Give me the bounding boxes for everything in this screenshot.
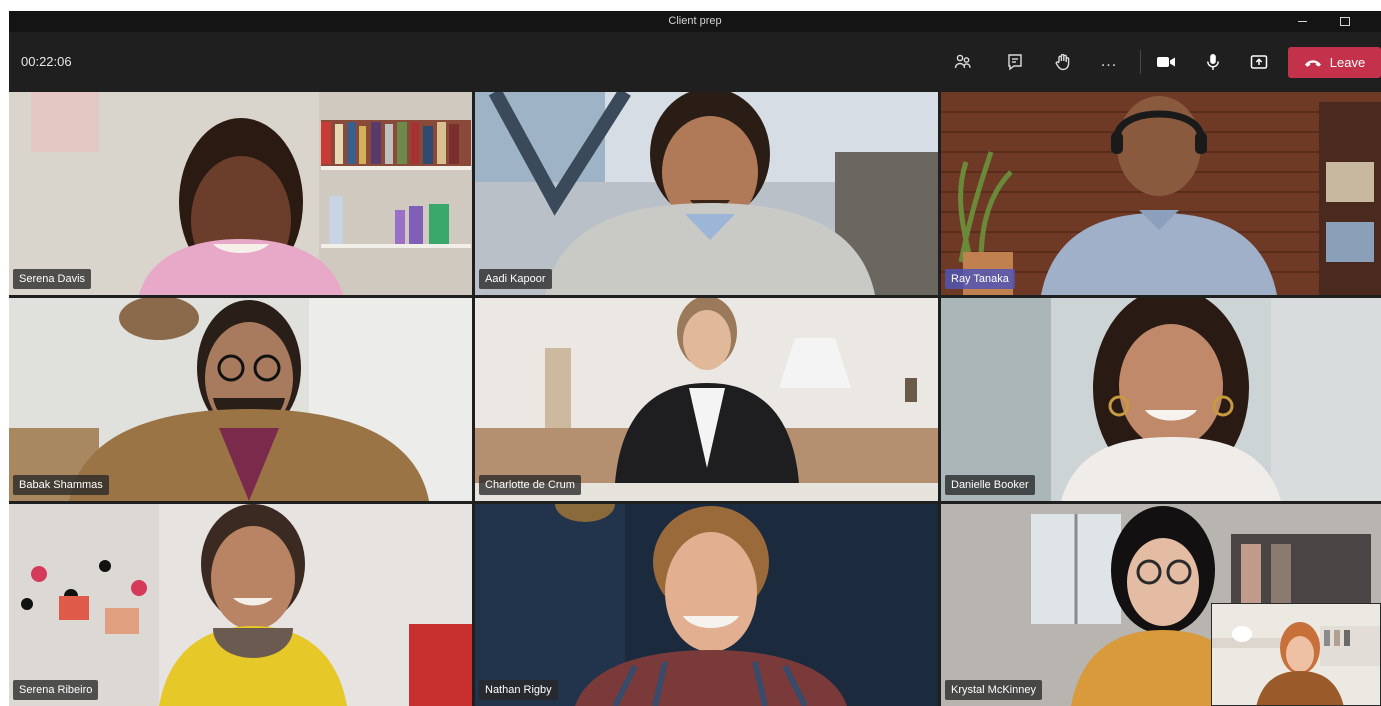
raise-hand-icon [1055,53,1070,71]
show-participants-button[interactable] [949,48,977,76]
raise-hand-button[interactable] [1049,48,1077,76]
hang-up-icon [1304,59,1321,67]
teams-meeting-window: Client prep 00:22:06 ... Leave Serena Da… [9,11,1381,706]
camera-toggle-button[interactable] [1152,48,1180,76]
microphone-icon [1207,54,1219,70]
video-tile[interactable]: Danielle Booker [941,298,1381,501]
participant-name: Serena Ribeiro [13,680,99,700]
share-screen-button[interactable] [1245,48,1273,76]
title-bar: Client prep [9,11,1381,32]
maximize-button[interactable] [1327,11,1363,32]
video-tile[interactable]: Serena Davis [9,92,472,295]
participant-name: Aadi Kapoor [479,269,552,289]
video-tile[interactable]: Nathan Rigby [475,504,938,706]
participant-name: Ray Tanaka [945,269,1015,289]
video-tile-active-speaker[interactable]: Ray Tanaka [941,92,1381,295]
participant-name: Charlotte de Crum [479,475,581,495]
self-video [1212,604,1380,705]
video-gallery: Serena Davis Aadi Kapoor Ray Tanaka Baba… [9,92,1381,706]
microphone-toggle-button[interactable] [1199,48,1227,76]
minimize-icon [1297,21,1307,22]
participant-name: Danielle Booker [945,475,1035,495]
video-tile[interactable]: Aadi Kapoor [475,92,938,295]
self-view-video[interactable] [1211,603,1381,706]
meeting-controls-bar: 00:22:06 ... Leave [9,32,1381,92]
participant-video [475,92,938,295]
chat-icon [1008,54,1022,71]
meeting-timer: 00:22:06 [21,54,72,69]
leave-label: Leave [1329,55,1366,70]
participant-name: Serena Davis [13,269,92,289]
more-icon: ... [1100,53,1118,70]
show-conversation-button[interactable] [1001,48,1029,76]
video-tile[interactable]: Charlotte de Crum [475,298,938,501]
participant-video [941,298,1381,501]
participant-video [475,504,938,706]
leave-button[interactable]: Leave [1288,47,1381,78]
participants-icon [954,54,971,69]
more-actions-button[interactable]: ... [1095,48,1123,76]
toolbar-divider [1140,50,1141,74]
participant-name: Babak Shammas [13,475,109,495]
participant-video [475,298,938,501]
minimize-button[interactable] [1284,11,1320,32]
participant-name: Krystal McKinney [945,680,1042,700]
participant-video [941,92,1381,295]
video-tile[interactable]: Serena Ribeiro [9,504,472,706]
participant-video [9,504,472,706]
participant-video [9,92,472,295]
participant-name: Nathan Rigby [479,680,558,700]
meeting-title: Client prep [668,15,722,27]
participant-video [9,298,472,501]
video-tile[interactable]: Babak Shammas [9,298,472,501]
camera-icon [1157,57,1175,67]
share-icon [1250,55,1268,69]
maximize-icon [1340,17,1350,26]
